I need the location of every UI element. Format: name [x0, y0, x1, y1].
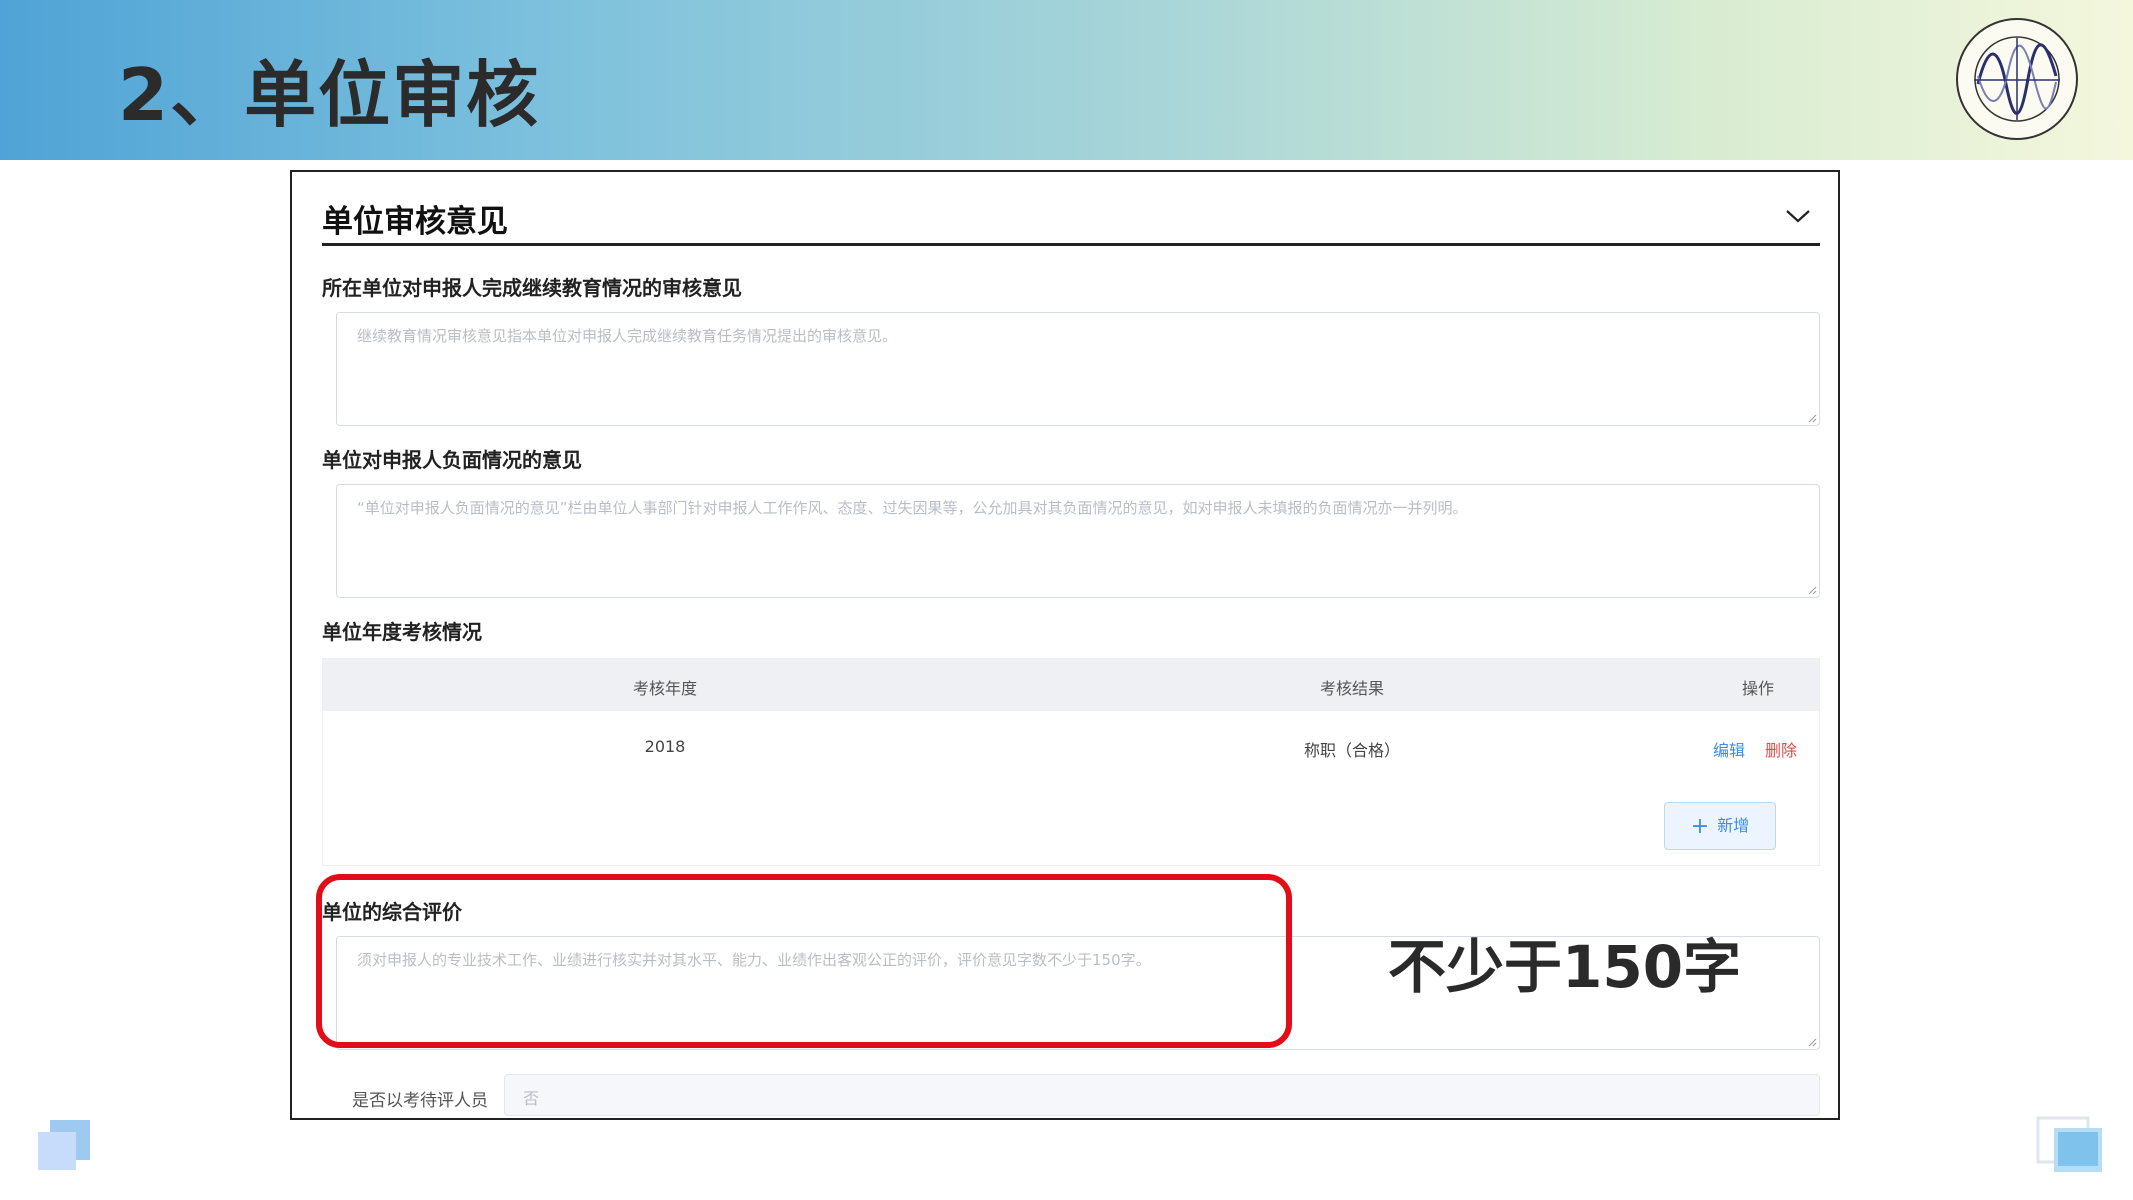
resize-handle-icon[interactable]: [1807, 1037, 1817, 1047]
callout-text: 不少于150字: [1388, 933, 1742, 1001]
add-button[interactable]: + 新增: [1664, 802, 1776, 850]
slide-title: 2、单位审核: [118, 53, 541, 137]
resize-handle-icon[interactable]: [1807, 585, 1817, 595]
corner-decoration-icon: [38, 1120, 90, 1170]
edit-link[interactable]: 编辑: [1713, 737, 1745, 761]
row-result: 称职（合格）: [1303, 741, 1401, 760]
table-header: 考核年度 考核结果 操作: [323, 659, 1819, 711]
section-header[interactable]: 单位审核意见: [322, 192, 1820, 246]
row-year: 2018: [644, 737, 686, 756]
continuing-education-label: 所在单位对申报人完成继续教育情况的审核意见: [322, 276, 742, 300]
pending-evaluation-value: 否: [523, 1089, 540, 1108]
chevron-down-icon[interactable]: [1784, 206, 1812, 226]
delete-link[interactable]: 删除: [1765, 737, 1797, 761]
section-title: 单位审核意见: [322, 204, 508, 240]
assessment-table: 考核年度 考核结果 操作 2018 称职（合格） 编辑 删除: [322, 658, 1820, 866]
resize-handle-icon[interactable]: [1807, 413, 1817, 423]
column-header-actions: 操作: [1741, 679, 1775, 698]
header-banner: 2、单位审核: [0, 0, 2133, 160]
negative-situation-textarea[interactable]: “单位对申报人负面情况的意见”栏由单位人事部门针对申报人工作作风、态度、过失因果…: [336, 484, 1820, 598]
add-button-label: 新增: [1717, 816, 1750, 835]
continuing-education-textarea[interactable]: 继续教育情况审核意见指本单位对申报人完成继续教育任务情况提出的审核意见。: [336, 312, 1820, 426]
negative-situation-label: 单位对申报人负面情况的意见: [322, 448, 582, 472]
column-header-year: 考核年度: [632, 679, 698, 698]
highlight-box: [316, 874, 1292, 1048]
plus-icon: +: [1690, 814, 1710, 839]
pending-evaluation-input[interactable]: 否: [504, 1074, 1820, 1116]
negative-situation-placeholder: “单位对申报人负面情况的意见”栏由单位人事部门针对申报人工作作风、态度、过失因果…: [357, 499, 1468, 517]
corner-decoration-icon: [2036, 1116, 2102, 1172]
pending-evaluation-label: 是否以考待评人员: [352, 1091, 488, 1111]
association-logo: [1956, 18, 2078, 140]
annual-assessment-label: 单位年度考核情况: [322, 620, 482, 644]
continuing-education-placeholder: 继续教育情况审核意见指本单位对申报人完成继续教育任务情况提出的审核意见。: [357, 327, 898, 345]
column-header-result: 考核结果: [1319, 679, 1385, 698]
